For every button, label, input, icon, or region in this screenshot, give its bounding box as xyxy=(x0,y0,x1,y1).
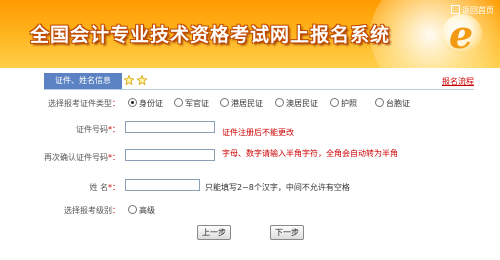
name-hint: 只能填写2~8个汉字，中间不允许有空格 xyxy=(205,183,350,192)
radio-id-card[interactable]: 身份证 xyxy=(128,98,163,109)
id-number-hint: 证件注册后不能更改 xyxy=(222,128,294,137)
radio-passport[interactable]: 护照 xyxy=(330,98,357,109)
id-confirm-hint: 字母、数字请输入半角字符，全角会自动转为半角 xyxy=(222,149,398,158)
tab-id-name-info[interactable]: 证件、姓名信息 xyxy=(44,73,122,89)
star-icon xyxy=(137,75,147,85)
level-label: 选择报考级别： xyxy=(64,206,120,215)
name-label: 姓 名*： xyxy=(89,183,120,192)
next-step-button[interactable]: 下一步 xyxy=(270,225,304,240)
id-confirm-label: 再次确认证件号码*： xyxy=(44,153,120,162)
system-title: 全国会计专业技术资格考试网上报名系统 xyxy=(30,24,391,46)
e-logo: e xyxy=(442,12,482,57)
radio-hk-resident[interactable]: 港居民证 xyxy=(220,98,263,109)
id-confirm-input[interactable] xyxy=(125,149,215,161)
id-number-input[interactable] xyxy=(125,121,215,133)
registration-process-link[interactable]: 报名流程 xyxy=(442,76,474,87)
star-icon xyxy=(124,75,134,85)
radio-macao-resident[interactable]: 澳居民证 xyxy=(275,98,318,109)
name-input[interactable] xyxy=(125,179,200,191)
id-number-label: 证件号码*： xyxy=(76,125,120,134)
id-type-label: 选择报考证件类型： xyxy=(48,99,120,108)
radio-level-senior[interactable]: 高级 xyxy=(128,205,155,216)
step-tabbar: 证件、姓名信息 报名流程 xyxy=(44,73,474,90)
radio-military-id[interactable]: 军官证 xyxy=(174,98,209,109)
prev-step-button[interactable]: 上一步 xyxy=(197,225,231,240)
radio-taiwan-pass[interactable]: 台胞证 xyxy=(375,98,410,109)
header-banner: 全国会计专业技术资格考试网上报名系统 返回首页 e xyxy=(0,0,500,68)
